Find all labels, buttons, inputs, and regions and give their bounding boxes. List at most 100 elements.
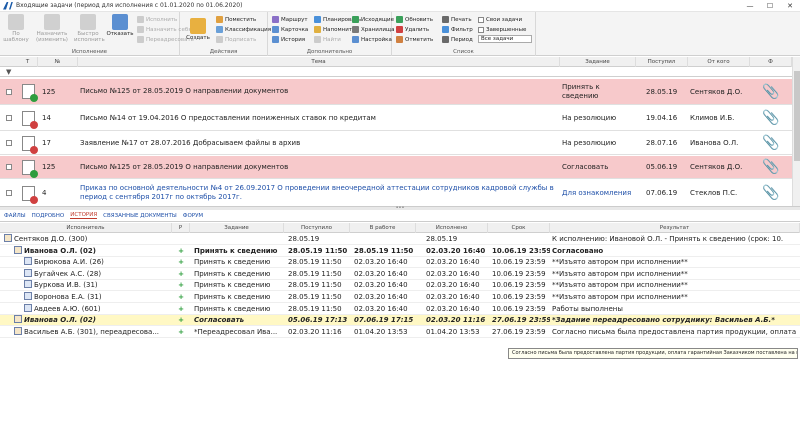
- hcol-executed[interactable]: Исполнено: [416, 223, 488, 233]
- history-result: Согласно письма была предоставлена парти…: [552, 327, 797, 336]
- task-row[interactable]: 125 Письмо №125 от 28.05.2019 О направлен…: [0, 156, 792, 179]
- col-subject[interactable]: Тема: [78, 57, 560, 67]
- close-icon[interactable]: ✕: [780, 0, 800, 12]
- attachment-icon[interactable]: 📎: [762, 180, 782, 206]
- history-row[interactable]: Иванова О.Л. (02) + Принять к сведению 28.0…: [0, 245, 800, 257]
- period-button[interactable]: Период: [442, 35, 473, 44]
- task-row[interactable]: 17 Заявление №17 от 28.07.2016 Добрасывае…: [0, 132, 792, 155]
- execute-button[interactable]: Исполнить: [137, 15, 177, 24]
- history-row[interactable]: Иванова О.Л. (02) + Согласовать 05.06.19 17…: [0, 315, 800, 327]
- col-number[interactable]: №: [38, 57, 78, 67]
- place-button[interactable]: Поместить: [216, 15, 256, 24]
- plus-icon[interactable]: +: [172, 257, 190, 268]
- hcol-deadline[interactable]: Срок: [488, 223, 550, 233]
- history-task: Принять к сведению: [194, 258, 271, 267]
- find-button[interactable]: Найти: [314, 35, 341, 44]
- row-select-checkbox[interactable]: [6, 106, 16, 130]
- print-button[interactable]: Печать: [442, 15, 472, 24]
- mark-button[interactable]: Отметить: [396, 35, 433, 44]
- row-subject[interactable]: Письмо №125 от 28.05.2019 О направлении …: [80, 156, 558, 178]
- classification-button[interactable]: Классификация: [216, 25, 271, 34]
- row-select-checkbox[interactable]: [6, 180, 16, 206]
- history-row[interactable]: Сентяков Д.О. (300) 28.05.19 28.05.19 К исп…: [0, 234, 800, 245]
- card-button[interactable]: Карточка: [272, 25, 308, 34]
- hcol-in-work[interactable]: В работе: [350, 223, 416, 233]
- person-icon: [14, 245, 22, 254]
- history-executor: Буркова И.В. (31): [24, 280, 168, 291]
- row-subject[interactable]: Заявление №17 от 28.07.2016 Добрасываем …: [80, 132, 558, 154]
- row-subject[interactable]: Письмо №14 от 19.04.2016 О предоставлени…: [80, 106, 558, 130]
- reject-button[interactable]: Отказать: [106, 14, 134, 37]
- route-button[interactable]: Маршрут: [272, 15, 308, 24]
- storage-button[interactable]: Хранилища: [352, 25, 394, 34]
- col-task[interactable]: Задание: [560, 57, 636, 67]
- task-row[interactable]: 125 Письмо №125 от 28.05.2019 О направлен…: [0, 79, 792, 105]
- plus-icon[interactable]: +: [172, 304, 190, 315]
- row-subject[interactable]: Приказ по основной деятельности №4 от 26…: [80, 180, 558, 206]
- plus-icon[interactable]: +: [172, 246, 190, 257]
- history-button[interactable]: История: [272, 35, 305, 44]
- tab-related-documents[interactable]: СВЯЗАННЫЕ ДОКУМЕНТЫ: [103, 213, 177, 219]
- tab-details[interactable]: ПОДРОБНО: [32, 213, 65, 219]
- outgoing-button[interactable]: Исходящие: [352, 15, 394, 24]
- settings-button[interactable]: Настройка: [352, 35, 392, 44]
- change-assign-button[interactable]: Назначить (изменить): [34, 14, 70, 43]
- filter-row[interactable]: ▼: [0, 67, 792, 77]
- plus-icon[interactable]: +: [172, 292, 190, 303]
- hcol-result[interactable]: Результат: [550, 223, 800, 233]
- quick-execute-button[interactable]: Быстро исполнить: [74, 14, 105, 43]
- task-row[interactable]: 4 Приказ по основной деятельности №4 от 2…: [0, 180, 792, 206]
- document-type-icon: [22, 79, 38, 104]
- tab-files[interactable]: ФАЙЛЫ: [4, 213, 26, 219]
- tab-forum[interactable]: ФОРУМ: [183, 213, 203, 219]
- history-received: 28.05.19 11:50: [288, 269, 342, 278]
- finished-checkbox[interactable]: Завершенные: [478, 25, 526, 34]
- plus-icon[interactable]: [172, 234, 190, 245]
- plus-icon[interactable]: +: [172, 269, 190, 280]
- row-select-checkbox[interactable]: [6, 79, 16, 104]
- row-select-checkbox[interactable]: [6, 156, 16, 178]
- task-scope-select[interactable]: Все задачи: [478, 35, 532, 43]
- history-row[interactable]: Буркова И.В. (31) + Принять к сведению 28.0…: [0, 280, 800, 292]
- filter-icon[interactable]: ▼: [6, 68, 11, 76]
- plus-icon[interactable]: +: [172, 315, 190, 326]
- task-row[interactable]: 14 Письмо №14 от 19.04.2016 О предоставле…: [0, 106, 792, 131]
- filter-button[interactable]: Фильтр: [442, 25, 473, 34]
- hcol-executor[interactable]: Исполнитель: [0, 223, 172, 233]
- col-received[interactable]: Поступил: [636, 57, 688, 67]
- sign-button[interactable]: Подписать: [216, 35, 256, 44]
- plus-icon[interactable]: +: [172, 327, 190, 338]
- tasks-scrollbar[interactable]: [792, 57, 800, 206]
- attachment-icon[interactable]: 📎: [762, 79, 782, 104]
- attachment-icon[interactable]: 📎: [762, 106, 782, 130]
- hcol-received[interactable]: Поступило: [284, 223, 350, 233]
- tab-history[interactable]: ИСТОРИЯ: [70, 212, 98, 219]
- maximize-icon[interactable]: ☐: [760, 0, 780, 12]
- attachment-icon[interactable]: 📎: [762, 132, 782, 154]
- history-row[interactable]: Бирюкова А.И. (26) + Принять к сведению 28.…: [0, 257, 800, 269]
- own-tasks-checkbox[interactable]: Свои задачи: [478, 15, 522, 24]
- history-deadline: 10.06.19 23:59: [492, 269, 546, 278]
- delete-button[interactable]: Удалить: [396, 25, 429, 34]
- col-from[interactable]: От кого: [688, 57, 750, 67]
- history-row[interactable]: Бугайчек А.С. (28) + Принять к сведению 28.…: [0, 268, 800, 280]
- col-files[interactable]: Ф: [750, 57, 792, 67]
- minimize-icon[interactable]: —: [740, 0, 760, 12]
- remind-button[interactable]: Напомнить: [314, 25, 355, 34]
- by-template-button[interactable]: По шаблону: [2, 14, 30, 43]
- history-row[interactable]: Авдеев А.Ю. (601) + Принять к сведению 28.0…: [0, 303, 800, 315]
- refresh-button[interactable]: Обновить: [396, 15, 433, 24]
- row-subject[interactable]: Письмо №125 от 28.05.2019 О направлении …: [80, 79, 558, 104]
- history-row[interactable]: Васильев А.Б. (301), переадресова... + *Пе…: [0, 326, 800, 338]
- plus-icon[interactable]: +: [172, 280, 190, 291]
- hcol-task[interactable]: Задание: [190, 223, 284, 233]
- history-row[interactable]: Воронова Е.А. (31) + Принять к сведению 28.…: [0, 292, 800, 303]
- create-button[interactable]: Создать: [184, 18, 212, 41]
- group-actions: Создать Поместить Классификация Подписат…: [180, 12, 271, 56]
- scroll-thumb[interactable]: [794, 71, 800, 161]
- attachment-icon[interactable]: 📎: [762, 156, 782, 178]
- hcol-r[interactable]: Р: [172, 223, 190, 233]
- row-select-checkbox[interactable]: [6, 132, 16, 154]
- history-in-work: 02.03.20 16:40: [354, 304, 408, 313]
- col-type[interactable]: Т: [18, 57, 38, 67]
